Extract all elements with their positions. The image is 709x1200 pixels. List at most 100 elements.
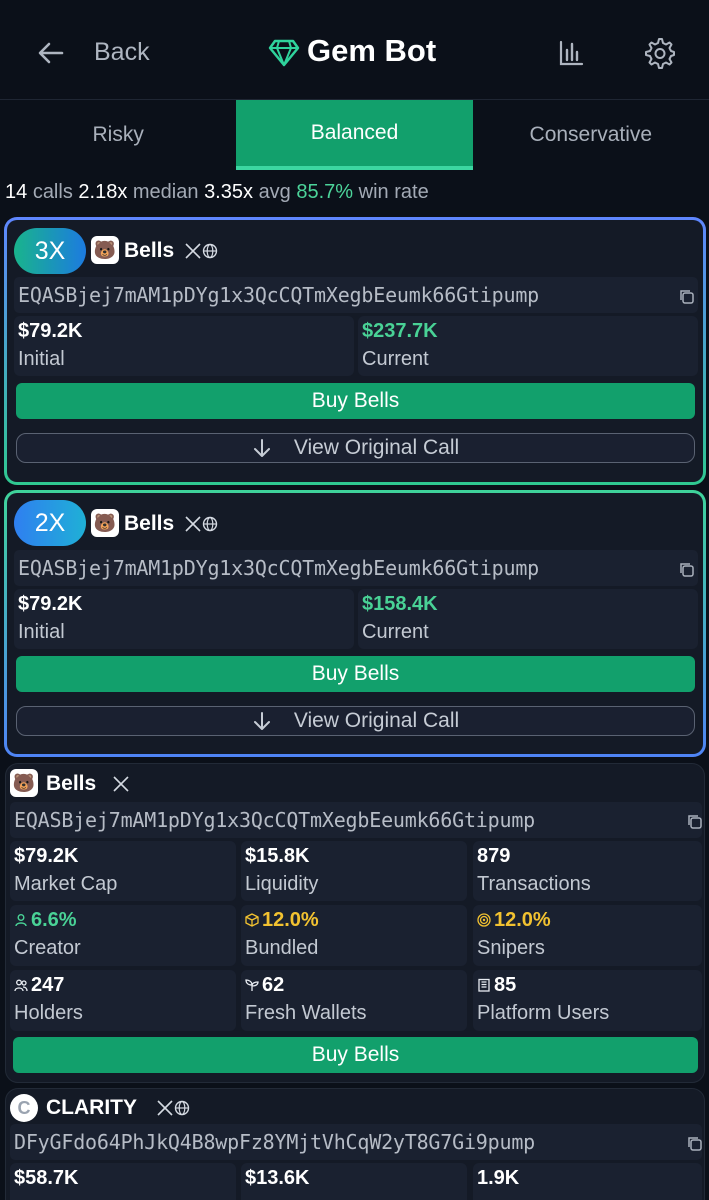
initial-label: Initial xyxy=(18,348,65,370)
globe-icon[interactable] xyxy=(202,516,218,532)
address-row[interactable]: EQASBjej7mAM1pDYg1x3QcCQTmXegbEeumk66Gti… xyxy=(10,802,702,838)
initial-stat: $79.2K Initial xyxy=(14,316,354,376)
tab-conservative[interactable]: Conservative xyxy=(473,100,709,170)
tab-risky[interactable]: Risky xyxy=(0,100,236,170)
target-icon xyxy=(477,913,491,927)
token-address: DFyGFdo64PhJkQ4B8wpFz8YMjtVhCqW2yT8G7Gi9… xyxy=(14,1130,536,1154)
call-card: 2X 🐻 Bells EQASBjej7mAM1pDYg1x3QcCQTmXeg… xyxy=(4,490,706,757)
token-address: EQASBjej7mAM1pDYg1x3QcCQTmXegbEeumk66Gti… xyxy=(14,808,536,832)
initial-stat: $79.2K Initial xyxy=(14,589,354,649)
stat-value: 6.6% xyxy=(31,909,77,931)
token-card: 🐻 Bells EQASBjej7mAM1pDYg1x3QcCQTmXegbEe… xyxy=(5,763,705,1083)
market-cap-stat: $79.2K Market Cap xyxy=(10,841,236,901)
stat-value: 12.0% xyxy=(262,909,319,931)
copy-icon[interactable] xyxy=(686,1135,704,1153)
stat-value: 12.0% xyxy=(494,909,551,931)
stat-value: 85 xyxy=(494,974,517,996)
box-icon xyxy=(245,913,259,927)
stat-label: Transactions xyxy=(477,873,591,895)
gear-icon[interactable] xyxy=(643,37,675,69)
strategy-tabs: Risky Balanced Conservative xyxy=(0,100,709,170)
address-row[interactable]: DFyGFdo64PhJkQ4B8wpFz8YMjtVhCqW2yT8G7Gi9… xyxy=(10,1124,702,1160)
arrow-down-icon xyxy=(253,439,270,457)
copy-icon[interactable] xyxy=(678,288,696,306)
x-icon[interactable] xyxy=(112,775,130,793)
building-icon xyxy=(478,978,490,992)
stat-value: 879 xyxy=(477,845,511,867)
current-value: $237.7K xyxy=(362,320,438,342)
current-stat: $237.7K Current xyxy=(358,316,698,376)
token-address: EQASBjej7mAM1pDYg1x3QcCQTmXegbEeumk66Gti… xyxy=(18,556,540,580)
copy-icon[interactable] xyxy=(678,561,696,579)
snipers-stat: 12.0% Snipers xyxy=(473,905,702,966)
buy-button[interactable]: Buy Bells xyxy=(13,1037,698,1073)
token-name: Bells xyxy=(124,512,175,535)
stat-label: Holders xyxy=(14,1002,83,1024)
calls-count: 14 xyxy=(5,181,28,203)
app-header: Back Gem Bot xyxy=(0,0,709,100)
x-icon[interactable] xyxy=(156,1099,174,1117)
win-rate-label: win rate xyxy=(358,181,429,203)
stat-value: 1.9K xyxy=(477,1167,520,1189)
creator-stat: 6.6% Creator xyxy=(10,905,236,966)
back-button[interactable]: Back xyxy=(94,38,150,67)
buy-button[interactable]: Buy Bells xyxy=(16,383,695,419)
stat-value: $13.6K xyxy=(245,1167,310,1189)
liquidity-stat: $13.6K xyxy=(241,1163,467,1200)
people-icon xyxy=(14,979,28,992)
token-address: EQASBjej7mAM1pDYg1x3QcCQTmXegbEeumk66Gti… xyxy=(18,283,540,307)
view-original-call-label: View Original Call xyxy=(293,436,460,459)
stat-value: $15.8K xyxy=(245,845,310,867)
globe-icon[interactable] xyxy=(202,243,218,259)
avg-label: avg xyxy=(258,181,291,203)
stat-label: Fresh Wallets xyxy=(245,1002,367,1024)
current-stat: $158.4K Current xyxy=(358,589,698,649)
calls-label: calls xyxy=(32,181,73,203)
liquidity-stat: $15.8K Liquidity xyxy=(241,841,467,901)
globe-icon[interactable] xyxy=(174,1100,190,1116)
token-name: Bells xyxy=(46,772,97,795)
multiplier-badge: 3X xyxy=(14,228,86,274)
page-title: Gem Bot xyxy=(307,33,437,68)
fresh-wallets-stat: 62 Fresh Wallets xyxy=(241,970,467,1031)
arrow-down-icon xyxy=(253,712,270,730)
token-logo: C xyxy=(10,1094,38,1122)
transactions-stat: 1.9K xyxy=(473,1163,702,1200)
transactions-stat: 879 Transactions xyxy=(473,841,702,901)
stat-label: Snipers xyxy=(477,937,545,959)
token-card: C CLARITY DFyGFdo64PhJkQ4B8wpFz8YMjtVhCq… xyxy=(5,1088,705,1200)
bar-chart-icon[interactable] xyxy=(556,38,586,68)
view-original-call-button[interactable]: View Original Call xyxy=(16,433,695,463)
current-value: $158.4K xyxy=(362,593,438,615)
address-row[interactable]: EQASBjej7mAM1pDYg1x3QcCQTmXegbEeumk66Gti… xyxy=(14,550,698,586)
back-arrow-icon[interactable] xyxy=(36,38,66,68)
stat-label: Liquidity xyxy=(245,873,319,895)
multiplier-badge: 2X xyxy=(14,500,86,546)
holders-stat: 247 Holders xyxy=(10,970,236,1031)
current-label: Current xyxy=(362,621,429,643)
x-icon[interactable] xyxy=(184,515,202,533)
stat-label: Bundled xyxy=(245,937,319,959)
stat-label: Platform Users xyxy=(477,1002,610,1024)
gem-icon xyxy=(268,39,300,67)
copy-icon[interactable] xyxy=(686,813,704,831)
x-icon[interactable] xyxy=(184,242,202,260)
token-name: Bells xyxy=(124,239,175,262)
token-name: CLARITY xyxy=(46,1096,137,1119)
call-card: 3X 🐻 Bells EQASBjej7mAM1pDYg1x3QcCQTmXeg… xyxy=(4,217,706,485)
stat-value: $58.7K xyxy=(14,1167,79,1189)
tab-balanced[interactable]: Balanced xyxy=(236,100,473,170)
view-original-call-label: View Original Call xyxy=(293,709,460,732)
token-logo: 🐻 xyxy=(10,769,38,797)
initial-value: $79.2K xyxy=(18,320,83,342)
address-row[interactable]: EQASBjej7mAM1pDYg1x3QcCQTmXegbEeumk66Gti… xyxy=(14,277,698,313)
initial-label: Initial xyxy=(18,621,65,643)
win-rate-value: 85.7% xyxy=(296,181,354,203)
view-original-call-button[interactable]: View Original Call xyxy=(16,706,695,736)
buy-button[interactable]: Buy Bells xyxy=(16,656,695,692)
token-logo: 🐻 xyxy=(91,509,119,537)
performance-summary: 14 calls 2.18x median 3.35x avg 85.7% wi… xyxy=(5,181,429,204)
initial-value: $79.2K xyxy=(18,593,83,615)
current-label: Current xyxy=(362,348,429,370)
person-icon xyxy=(15,914,27,927)
